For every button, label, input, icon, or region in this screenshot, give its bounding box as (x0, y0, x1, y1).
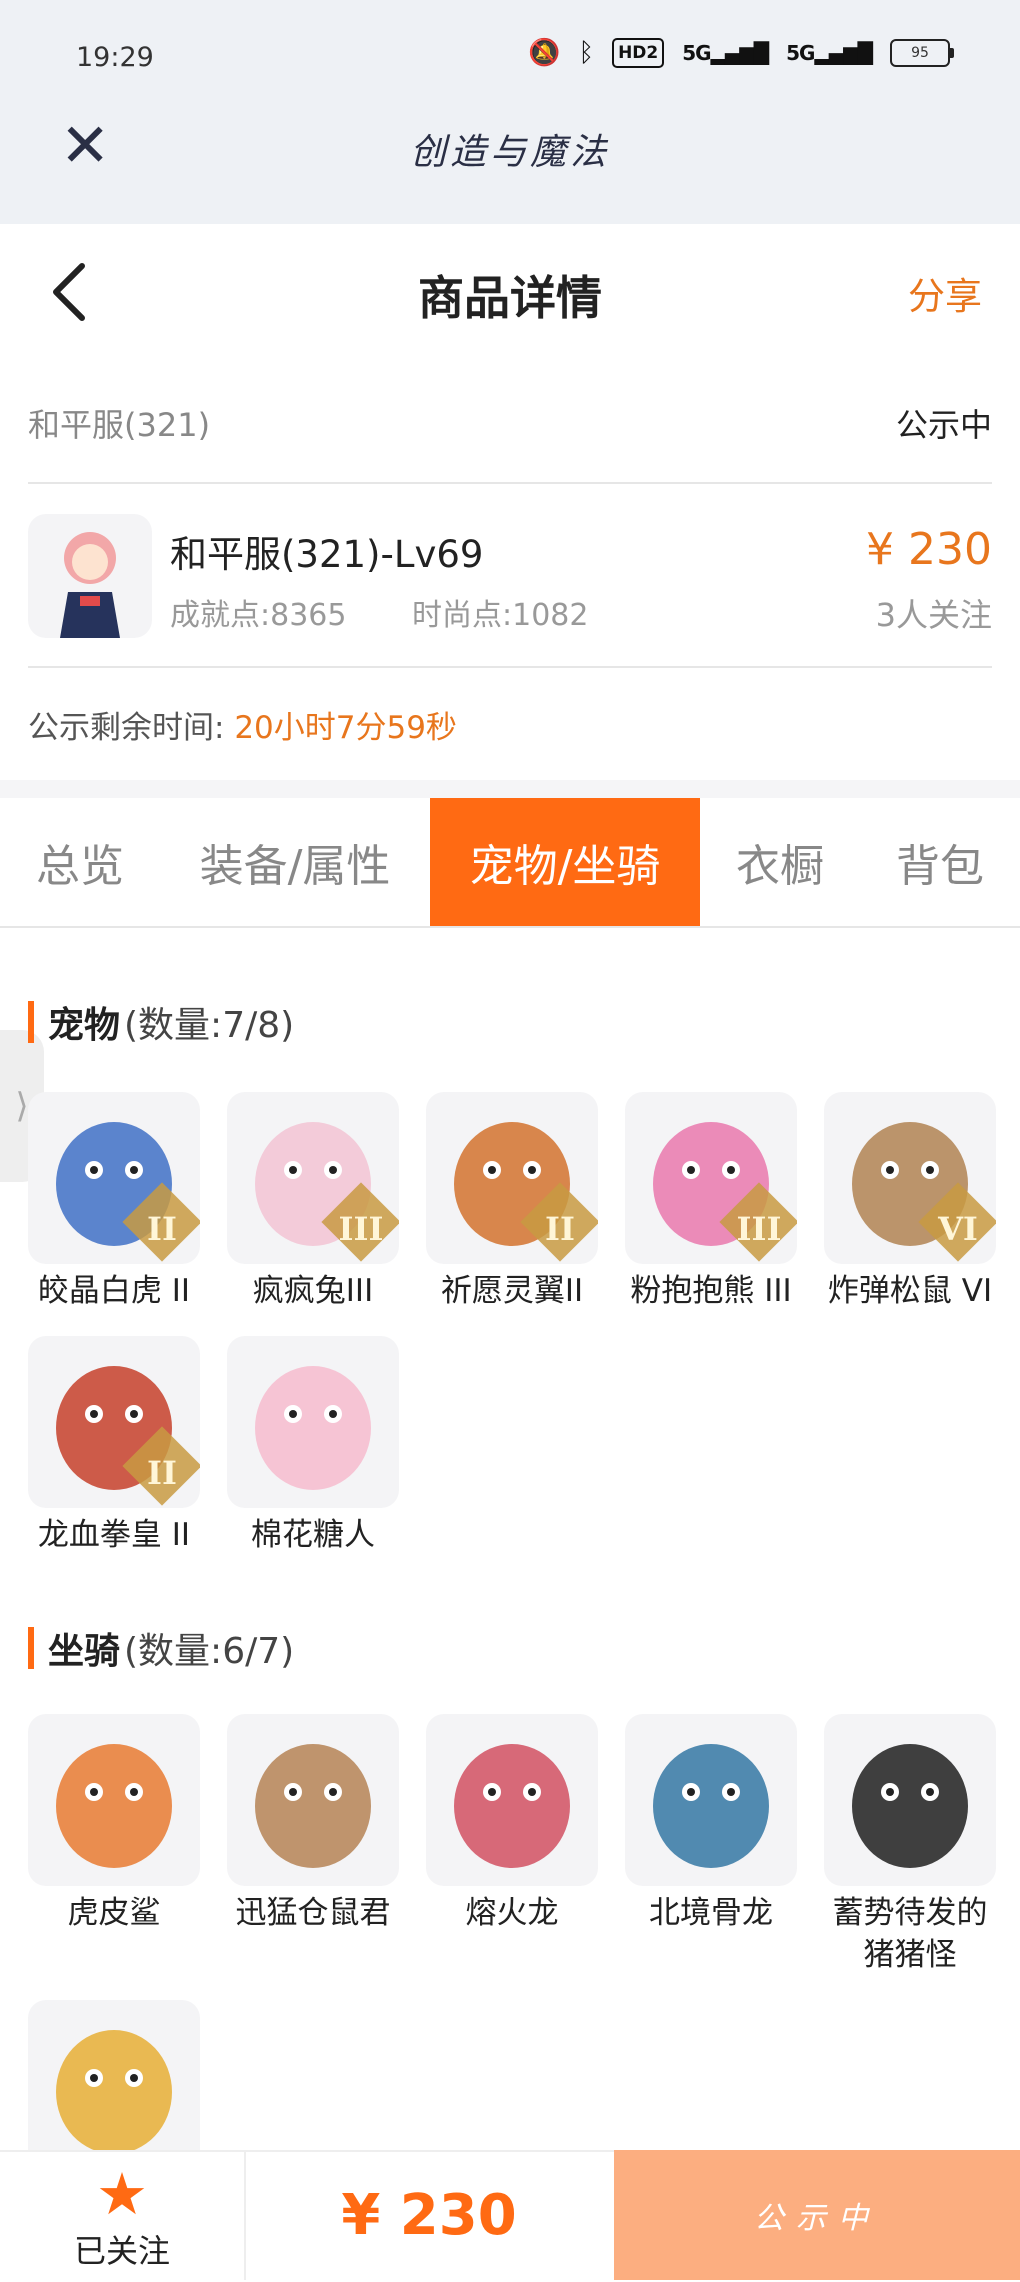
star-icon: ★ (96, 2160, 148, 2228)
share-button[interactable]: 分享 (908, 266, 982, 320)
item-card[interactable] (28, 2000, 200, 2172)
divider (28, 482, 992, 484)
listing-status: 公示中 (895, 406, 992, 444)
signal-5g-icon-2: 5G▂▄▆█ (786, 41, 873, 65)
chevron-right-icon: ⟩ (15, 1086, 29, 1126)
item-card[interactable]: II 皎晶白虎 II (28, 1092, 200, 1312)
fashion-points: 时尚点:1082 (412, 598, 589, 633)
timer-row: 公示剩余时间: 20小时7分59秒 (28, 702, 457, 747)
item-card[interactable]: 北境骨龙 (625, 1714, 797, 1934)
squirrel-icon: VI (824, 1092, 996, 1264)
hamster-icon (227, 1714, 399, 1886)
status-time: 19:29 (76, 42, 154, 73)
item-card[interactable]: III 疯疯兔III (227, 1092, 399, 1312)
tab-wardrobe[interactable]: 衣橱 (700, 798, 860, 926)
item-name: 龙血拳皇 II (37, 1517, 191, 1553)
item-card[interactable]: 迅猛仓鼠君 (227, 1714, 399, 1934)
bottom-price: ¥ 230 (341, 2182, 517, 2248)
tab-backpack[interactable]: 背包 (860, 798, 1020, 926)
hd-icon: HD2 (612, 38, 665, 68)
eagle-icon: II (426, 1092, 598, 1264)
item-card[interactable]: II 龙血拳皇 II (28, 1336, 200, 1556)
follow-button[interactable]: ★ 已关注 (0, 2150, 246, 2280)
character-name: 和平服(321)-Lv69 (170, 533, 484, 576)
tiger-icon: II (28, 1092, 200, 1264)
marshmallow-icon (227, 1336, 399, 1508)
pets-section-title: 宠物 (数量:7/8) (28, 996, 294, 1048)
item-card[interactable]: VI 炸弹松鼠 VI (824, 1092, 996, 1312)
item-card[interactable]: III 粉抱抱熊 III (625, 1092, 797, 1312)
section-gap (0, 780, 1020, 798)
rank-label: II (147, 1210, 177, 1248)
rank-label: II (545, 1210, 575, 1248)
character-stats: 成就点:8365 时尚点:1082 (170, 590, 644, 634)
follow-label: 已关注 (73, 2232, 170, 2270)
item-name: 皎晶白虎 II (37, 1273, 191, 1309)
battery-icon: 95 (890, 39, 954, 67)
shark-icon (28, 1714, 200, 1886)
rank-label: III (338, 1210, 384, 1248)
mounts-section-title: 坐骑 (数量:6/7) (28, 1622, 294, 1674)
bear-icon: III (625, 1092, 797, 1264)
timer-value: 20小时7分59秒 (234, 710, 457, 746)
server-row: 和平服(321) 公示中 (28, 392, 992, 452)
item-name: 蓄势待发的猪猪怪 (832, 1895, 988, 1973)
item-name: 棉花糖人 (251, 1517, 375, 1553)
tab-pets-mounts[interactable]: 宠物/坐骑 (430, 798, 700, 926)
item-name: 疯疯兔III (252, 1273, 374, 1309)
timer-label: 公示剩余时间: (28, 710, 225, 746)
item-name: 虎皮鲨 (67, 1895, 161, 1931)
bone-dragon-icon (625, 1714, 797, 1886)
rank-label: II (147, 1454, 177, 1492)
page-title: 商品详情 (418, 271, 602, 325)
server-name: 和平服(321) (28, 406, 211, 444)
mute-bell-icon: 🔕 (528, 38, 561, 68)
item-name: 炸弹松鼠 VI (827, 1273, 993, 1309)
tab-equipment[interactable]: 装备/属性 (160, 798, 430, 926)
item-name: 熔火龙 (465, 1895, 559, 1931)
item-card[interactable]: 虎皮鲨 (28, 1714, 200, 1934)
tab-bar: 总览 装备/属性 宠物/坐骑 衣橱 背包 (0, 798, 1020, 928)
rank-label: III (736, 1210, 782, 1248)
item-name: 祈愿灵翼II (440, 1273, 584, 1309)
achievement-points: 成就点:8365 (170, 598, 347, 633)
bluetooth-icon: ᛒ (578, 38, 595, 68)
rabbit-icon: III (227, 1092, 399, 1264)
character-avatar (28, 514, 152, 638)
item-name: 北境骨龙 (649, 1895, 773, 1931)
app-title: 创造与魔法 (409, 132, 610, 173)
item-card[interactable]: II 祈愿灵翼II (426, 1092, 598, 1312)
dragon-boxer-icon: II (28, 1336, 200, 1508)
item-card[interactable]: 熔火龙 (426, 1714, 598, 1934)
item-card[interactable]: 蓄势待发的猪猪怪 (824, 1714, 996, 1976)
rank-label: VI (938, 1210, 978, 1248)
signal-5g-icon: 5G▂▄▆█ (682, 41, 769, 65)
parrot-icon (28, 2000, 200, 2172)
item-name: 迅猛仓鼠君 (235, 1895, 391, 1931)
divider (28, 666, 992, 668)
tab-overview[interactable]: 总览 (0, 798, 160, 926)
follower-count: 3人关注 (875, 596, 992, 634)
status-icons: 🔕 ᛒ HD2 5G▂▄▆█ 5G▂▄▆█ 95 (528, 38, 954, 68)
status-action-button[interactable]: 公示中 (614, 2150, 1020, 2280)
pig-icon (824, 1714, 996, 1886)
fire-dragon-icon (426, 1714, 598, 1886)
listing-price: ¥ 230 (866, 524, 992, 575)
item-name: 粉抱抱熊 III (630, 1273, 792, 1309)
item-card[interactable]: 棉花糖人 (227, 1336, 399, 1556)
